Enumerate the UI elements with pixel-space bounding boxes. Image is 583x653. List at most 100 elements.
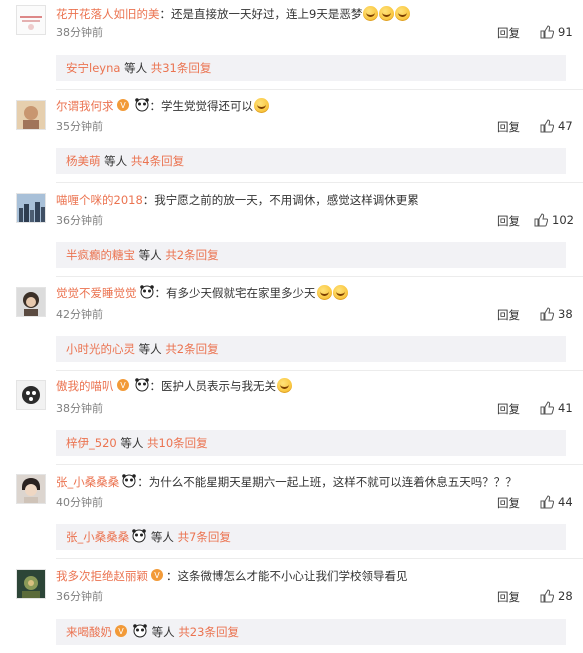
- comment-line: 喵喱个咪的2018：我宁愿之前的放一天，不用调休，感觉这样调休更累: [56, 193, 419, 207]
- avatar[interactable]: [16, 474, 46, 504]
- panda-badge-icon: [134, 378, 150, 396]
- timestamp: 38分钟前: [56, 26, 103, 39]
- divider: [56, 370, 583, 371]
- like-count: 28: [558, 589, 573, 603]
- reply-button[interactable]: 回复: [497, 26, 520, 40]
- like-button[interactable]: 38: [540, 307, 573, 321]
- reply-button[interactable]: 回复: [497, 496, 520, 510]
- reply-summary[interactable]: 杨美萌 等人 共4条回复: [56, 148, 566, 174]
- reply-button[interactable]: 回复: [497, 308, 520, 322]
- comment-line: 我多次拒绝赵丽颖 V ：这条微博怎么才能不小心让我们学校领导看见: [56, 568, 408, 586]
- comment-text: 医护人员表示与我无关: [161, 379, 276, 393]
- reply-username[interactable]: 梓伊_520: [66, 436, 117, 450]
- thumbs-up-icon: [540, 589, 555, 603]
- like-count: 91: [558, 25, 573, 39]
- reply-count-link[interactable]: 共10条回复: [147, 436, 208, 450]
- divider: [56, 276, 583, 277]
- thumbs-up-icon: [540, 25, 555, 39]
- timestamp: 35分钟前: [56, 120, 103, 133]
- timestamp: 36分钟前: [56, 214, 103, 227]
- like-button[interactable]: 91: [540, 25, 573, 39]
- vip-badge-icon: V: [116, 98, 132, 116]
- avatar[interactable]: [16, 100, 46, 130]
- like-count: 44: [558, 495, 573, 509]
- reply-count-link[interactable]: 共2条回复: [165, 248, 218, 262]
- username[interactable]: 尔谓我何求: [56, 99, 114, 113]
- username[interactable]: 喵喱个咪的2018: [56, 193, 143, 207]
- tearful-emoji-icon: [277, 378, 292, 393]
- reply-button[interactable]: 回复: [497, 120, 520, 134]
- like-count: 47: [558, 119, 573, 133]
- laughing-emoji-icon: [363, 6, 379, 21]
- comment-line: 张_小桑桑桑 ：为什么不能星期天星期六一起上班，这样不就可以连着休息五天吗？？？: [56, 474, 517, 492]
- thumbs-up-icon: [540, 307, 555, 321]
- comment-line: 觉觉不爱睡觉觉 ：有多少天假就宅在家里多少天: [56, 285, 348, 303]
- divider: [56, 89, 583, 90]
- vip-badge-icon: V: [116, 378, 132, 396]
- comment-line: 花开花落人如旧的美：还是直接放一天好过，连上9天是恶梦: [56, 6, 411, 22]
- username[interactable]: 我多次拒绝赵丽颖: [56, 569, 148, 583]
- divider: [56, 464, 583, 465]
- username[interactable]: 张_小桑桑桑: [56, 475, 119, 489]
- username[interactable]: 花开花落人如旧的美: [56, 7, 160, 21]
- vip-badge-icon: V: [114, 621, 130, 647]
- thumbs-up-icon: [540, 495, 555, 509]
- svg-text:V: V: [120, 381, 126, 390]
- panda-badge-icon: [139, 285, 155, 303]
- username[interactable]: 觉觉不爱睡觉觉: [56, 286, 137, 300]
- reply-count-link[interactable]: 共7条回复: [178, 530, 231, 544]
- avatar[interactable]: [16, 380, 46, 410]
- reply-username[interactable]: 张_小桑桑桑: [66, 530, 129, 544]
- laughing-emoji-icon: [379, 6, 395, 21]
- like-count: 102: [552, 213, 574, 227]
- reply-count-link[interactable]: 共4条回复: [131, 154, 184, 168]
- svg-text:V: V: [120, 101, 126, 110]
- reply-username[interactable]: 半疯癫的糖宝: [66, 248, 135, 262]
- reply-summary[interactable]: 安宁leyna 等人 共31条回复: [56, 55, 566, 81]
- reply-summary[interactable]: 张_小桑桑桑 等人 共7条回复: [56, 524, 566, 550]
- reply-username[interactable]: 小时光的心灵: [66, 342, 135, 356]
- blush-emoji-icon: [332, 285, 348, 300]
- like-button[interactable]: 47: [540, 119, 573, 133]
- reply-count-link[interactable]: 共23条回复: [178, 625, 239, 639]
- reply-count-link[interactable]: 共31条回复: [151, 61, 212, 75]
- avatar[interactable]: [16, 5, 46, 35]
- reply-button[interactable]: 回复: [497, 590, 520, 604]
- thumbs-up-icon: [540, 401, 555, 415]
- panda-badge-icon: [134, 98, 150, 116]
- like-button[interactable]: 28: [540, 589, 573, 603]
- svg-text:V: V: [154, 571, 160, 580]
- comment-text: 学生党觉得还可以: [161, 99, 253, 113]
- like-button[interactable]: 41: [540, 401, 573, 415]
- username[interactable]: 傲我的喵叭: [56, 379, 114, 393]
- comment-text: 有多少天假就宅在家里多少天: [166, 286, 316, 300]
- comment-line: 尔谓我何求 V ：学生党觉得还可以: [56, 98, 269, 116]
- svg-text:V: V: [118, 627, 124, 636]
- reply-button[interactable]: 回复: [497, 402, 520, 416]
- reply-summary[interactable]: 半疯癫的糖宝 等人 共2条回复: [56, 242, 566, 268]
- avatar[interactable]: [16, 569, 46, 599]
- like-button[interactable]: 102: [534, 213, 574, 227]
- comment-text: 我宁愿之前的放一天，不用调休，感觉这样调休更累: [154, 193, 419, 207]
- avatar[interactable]: [16, 193, 46, 223]
- laughing-emoji-icon: [395, 6, 411, 21]
- reply-username[interactable]: 来喝酸奶: [66, 625, 112, 639]
- reply-username[interactable]: 杨美萌: [66, 154, 101, 168]
- reply-summary[interactable]: 小时光的心灵 等人 共2条回复: [56, 336, 566, 362]
- comment-text: 还是直接放一天好过，连上9天是恶梦: [171, 7, 363, 21]
- blush-emoji-icon: [316, 285, 332, 300]
- cat-emoji-icon: [254, 98, 269, 113]
- panda-badge-icon: [121, 474, 137, 492]
- timestamp: 42分钟前: [56, 308, 103, 321]
- thumbs-up-icon: [540, 119, 555, 133]
- reply-summary[interactable]: 梓伊_520 等人 共10条回复: [56, 430, 566, 456]
- comment-text: 为什么不能星期天星期六一起上班，这样不就可以连着休息五天吗？？？: [148, 475, 517, 489]
- reply-count-link[interactable]: 共2条回复: [165, 342, 218, 356]
- like-count: 38: [558, 307, 573, 321]
- like-button[interactable]: 44: [540, 495, 573, 509]
- timestamp: 36分钟前: [56, 590, 103, 603]
- reply-username[interactable]: 安宁leyna: [66, 61, 120, 75]
- reply-summary[interactable]: 来喝酸奶 V 等人 共23条回复: [56, 619, 566, 645]
- reply-button[interactable]: 回复: [497, 214, 520, 228]
- avatar[interactable]: [16, 287, 46, 317]
